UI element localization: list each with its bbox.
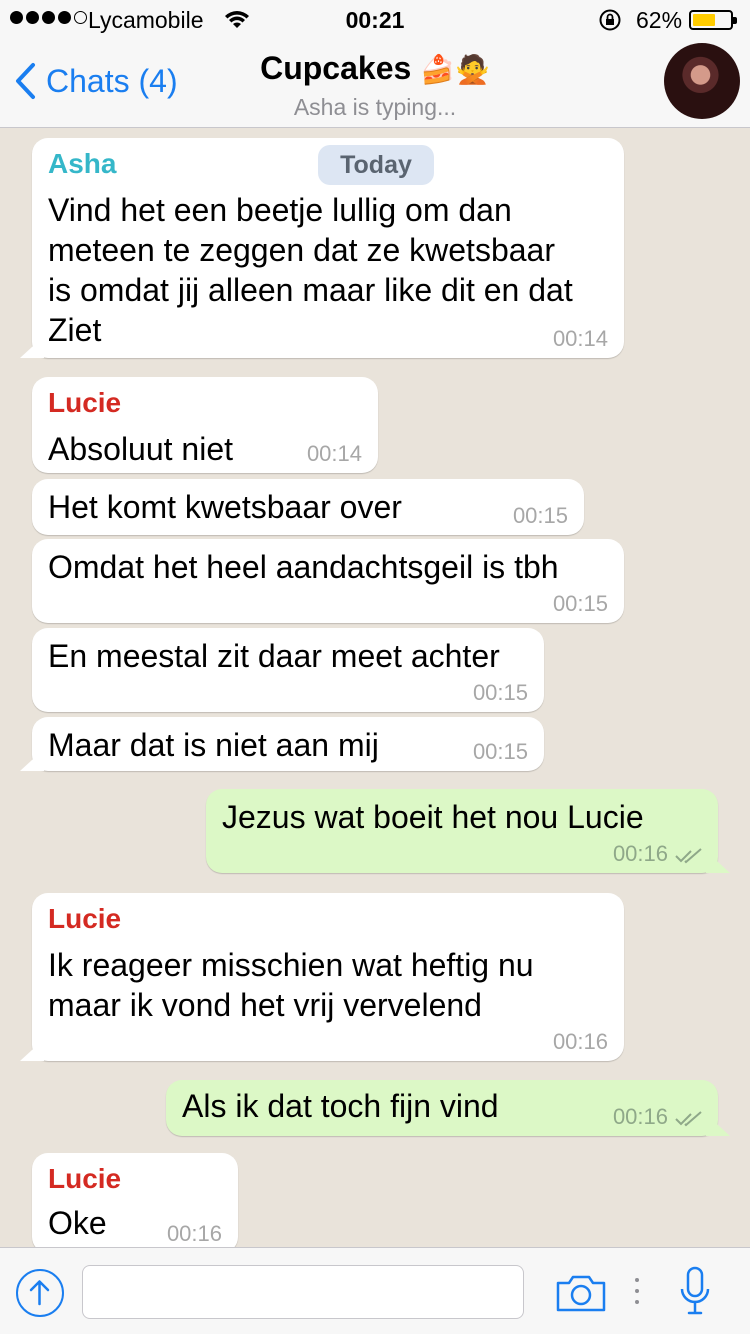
- sender-name: Lucie: [48, 903, 122, 934]
- chat-header: Chats (4) Cupcakes 🍰🙅 Asha is typing...: [0, 40, 750, 128]
- outgoing-message-bubble[interactable]: Als ik dat toch fijn vind 00:16: [166, 1080, 718, 1136]
- message-bubble[interactable]: Maar dat is niet aan mij 00:15: [32, 717, 544, 771]
- message-bubble[interactable]: Lucie Absoluut niet 00:14: [32, 377, 378, 473]
- message-time: 00:15: [552, 591, 608, 616]
- outgoing-message-bubble[interactable]: Jezus wat boeit het nou Lucie 00:16: [206, 789, 718, 873]
- message-time: 00:16: [552, 1029, 608, 1054]
- upload-icon: [29, 1280, 50, 1306]
- message-bubble[interactable]: Lucie Ik reageer misschien wat heftig nu…: [32, 893, 624, 1061]
- message-input[interactable]: [82, 1265, 524, 1319]
- message-text: Als ik dat toch fijn vind: [182, 1088, 499, 1124]
- typing-status: Asha is typing...: [293, 94, 457, 120]
- double-check-icon: [675, 1111, 702, 1127]
- sender-name: Lucie: [48, 1163, 122, 1194]
- message-time: 00:15: [512, 503, 568, 528]
- message-text: Omdat het heel aandachtsgeil is tbh: [48, 549, 559, 585]
- message-bubble[interactable]: Omdat het heel aandachtsgeil is tbh 00:1…: [32, 539, 624, 623]
- sender-name: Lucie: [48, 387, 122, 418]
- message-text: Het komt kwetsbaar over: [48, 489, 402, 525]
- message-time: 00:14: [306, 441, 362, 466]
- more-dots-icon[interactable]: [634, 1276, 640, 1311]
- chat-title[interactable]: Cupcakes 🍰🙅: [0, 50, 750, 87]
- message-text: Maar dat is niet aan mij: [48, 727, 379, 763]
- avatar[interactable]: [664, 43, 740, 119]
- chat-title-emoji: 🍰🙅: [420, 54, 490, 85]
- battery-level: [693, 14, 715, 26]
- microphone-icon: [680, 1266, 710, 1315]
- status-bar: Lycamobile 00:21 62%: [0, 0, 750, 40]
- camera-button[interactable]: [555, 1273, 607, 1318]
- message-time: 00:16: [166, 1221, 222, 1246]
- message-text: Ik reageer misschien wat heftig nu maar …: [48, 947, 534, 1023]
- battery-percent: 62%: [636, 7, 683, 33]
- message-list[interactable]: Asha Vind het een beetje lullig om dan m…: [0, 129, 750, 1247]
- message-time: 00:15: [472, 680, 528, 705]
- message-text: Absoluut niet: [48, 431, 234, 467]
- message-time: 00:15: [472, 739, 528, 764]
- composer-bar: [0, 1247, 750, 1334]
- message-text: Vind het een beetje lullig om dan meteen…: [48, 192, 573, 348]
- message-time: 00:16: [612, 841, 668, 866]
- double-check-icon: [675, 848, 702, 864]
- message-time: 00:16: [612, 1104, 668, 1129]
- rotation-lock-icon: [598, 8, 622, 38]
- message-text: En meestal zit daar meet achter: [48, 638, 500, 674]
- date-divider: Today: [318, 145, 434, 185]
- battery-icon: [689, 10, 737, 30]
- message-time: 00:14: [552, 326, 608, 351]
- message-bubble[interactable]: Het komt kwetsbaar over 00:15: [32, 479, 584, 535]
- sender-name: Asha: [48, 148, 117, 179]
- chat-title-text: Cupcakes: [260, 50, 412, 86]
- upload-button[interactable]: [16, 1269, 64, 1317]
- message-text: Oke: [48, 1205, 107, 1241]
- message-bubble[interactable]: En meestal zit daar meet achter 00:15: [32, 628, 544, 712]
- message-bubble[interactable]: Lucie Oke 00:16: [32, 1153, 238, 1247]
- camera-icon: [556, 1275, 606, 1312]
- microphone-button[interactable]: [679, 1265, 711, 1324]
- message-text: Jezus wat boeit het nou Lucie: [222, 799, 644, 835]
